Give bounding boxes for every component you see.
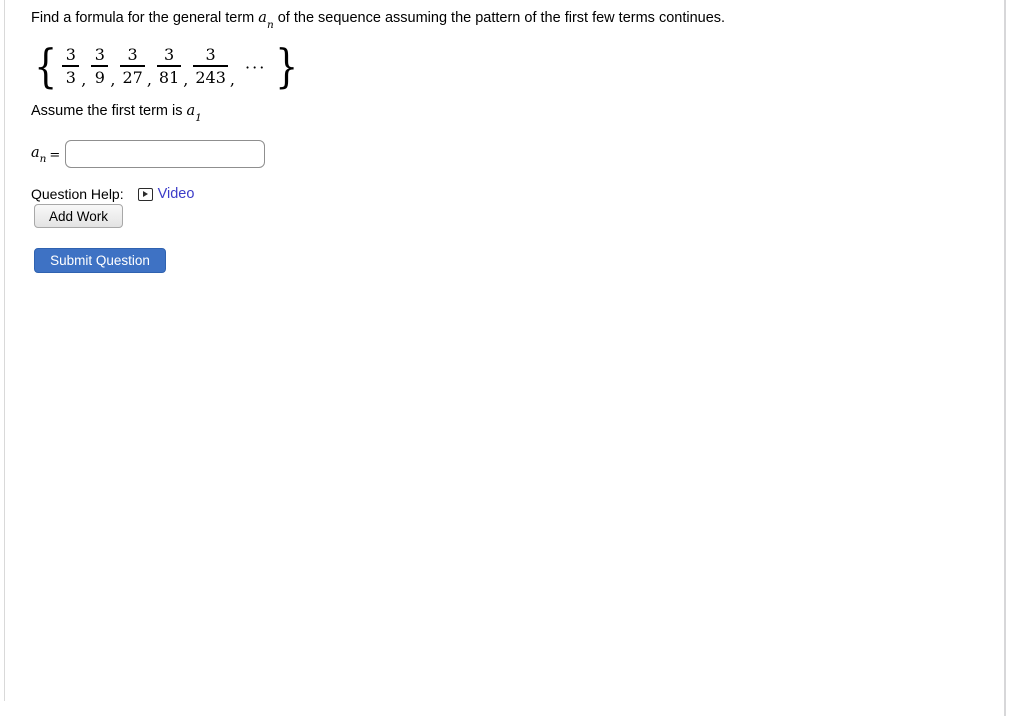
assume-variable-a: a <box>186 103 196 119</box>
video-link[interactable]: Video <box>158 186 195 202</box>
sequence-term-2: 3 9 <box>90 46 109 86</box>
sequence-expression: { 3 3 , 3 9 , 3 27 , 3 81 , 3 243 , ··· … <box>31 40 302 92</box>
sequence-term-3: 3 27 <box>119 46 145 86</box>
submit-question-button[interactable]: Submit Question <box>34 248 166 273</box>
term-3-denominator: 27 <box>122 67 143 87</box>
sequence-term-5: 3 243 <box>192 46 229 86</box>
sequence-separator-1: , <box>81 70 87 89</box>
sequence-ellipsis: ··· <box>245 57 267 77</box>
term-1-numerator: 3 <box>65 45 76 65</box>
answer-input[interactable] <box>65 140 266 168</box>
sequence-term-1: 3 3 <box>61 46 80 86</box>
term-4-numerator: 3 <box>164 45 175 65</box>
sequence-open-brace: { <box>34 39 58 93</box>
term-2-fraction-bar <box>91 65 109 67</box>
assume-variable-subscript-1: 1 <box>195 111 202 124</box>
prompt-text-trailing: of the sequence assuming the pattern of … <box>273 10 726 26</box>
term-5-fraction-bar <box>193 65 228 67</box>
sequence-term-4: 3 81 <box>156 46 182 86</box>
sequence-separator-4: , <box>183 70 189 89</box>
term-2-numerator: 3 <box>94 45 105 65</box>
term-3-fraction-bar <box>120 65 145 67</box>
term-1-fraction-bar <box>62 65 80 67</box>
answer-label-subscript: n <box>39 153 47 166</box>
term-4-fraction-bar <box>156 65 182 67</box>
question-prompt: Find a formula for the general term an o… <box>31 9 725 33</box>
sequence-separator-2: , <box>110 70 116 89</box>
video-play-icon[interactable] <box>137 187 153 201</box>
prompt-text-leading: Find a formula for the general term <box>31 10 259 26</box>
sequence-separator-3: , <box>146 70 152 89</box>
term-3-numerator: 3 <box>127 45 138 65</box>
answer-equals-sign: = <box>49 147 61 163</box>
prompt-variable-a: a <box>258 10 267 26</box>
question-page: Find a formula for the general term an o… <box>0 0 1004 716</box>
answer-row: an = <box>31 137 266 171</box>
question-help-label: Question Help: <box>31 186 124 202</box>
term-4-denominator: 81 <box>158 67 180 87</box>
answer-label-variable: a <box>31 144 40 161</box>
page-right-margin <box>1006 0 1024 716</box>
prompt-variable-subscript-n: n <box>266 18 274 31</box>
sequence-close-brace: } <box>275 39 299 93</box>
term-5-denominator: 243 <box>195 67 226 87</box>
sequence-separator-5: , <box>229 70 236 89</box>
term-5-numerator: 3 <box>205 45 216 65</box>
question-help-row: Question Help: Video <box>31 185 194 203</box>
play-triangle-icon <box>143 191 149 197</box>
term-2-denominator: 9 <box>94 67 105 87</box>
assume-first-term-text: Assume the first term is a1 <box>31 103 202 124</box>
term-1-denominator: 3 <box>65 67 76 87</box>
answer-label: an <box>31 144 47 166</box>
assume-text: Assume the first term is <box>31 103 187 119</box>
add-work-button[interactable]: Add Work <box>34 204 123 228</box>
